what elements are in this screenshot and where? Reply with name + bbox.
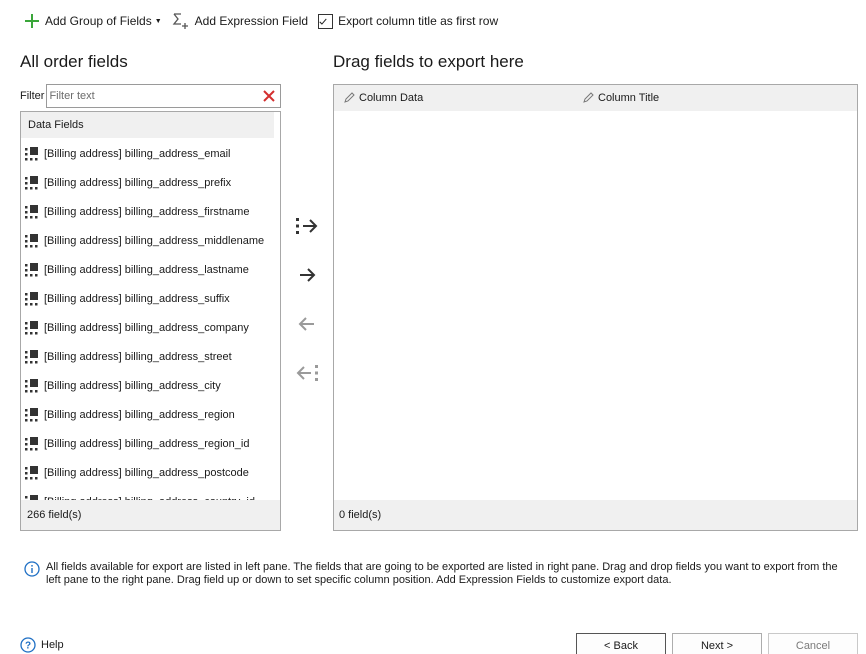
field-drag-icon	[25, 291, 38, 305]
field-list-item[interactable]: [Billing address] billing_address_compan…	[21, 313, 280, 342]
remove-selected-button[interactable]	[293, 310, 321, 338]
right-field-count: 0 field(s)	[334, 500, 857, 530]
column-data-header[interactable]: Column Data	[343, 92, 423, 104]
field-list-item[interactable]: [Billing address] billing_address_region…	[21, 429, 280, 458]
column-title-header[interactable]: Column Title	[582, 92, 659, 104]
available-fields-pane[interactable]: Data Fields [Billing address] billing_ad…	[20, 111, 281, 531]
svg-text:?: ?	[25, 641, 31, 652]
export-fields-pane[interactable]: Column Data Column Title 0 field(s)	[333, 84, 858, 531]
field-drag-icon	[25, 407, 38, 421]
field-label: [Billing address] billing_address_region	[44, 408, 235, 421]
pencil-icon	[344, 92, 355, 103]
field-label: [Billing address] billing_address_region…	[44, 437, 250, 450]
field-label: [Billing address] billing_address_email	[44, 147, 231, 160]
info-icon	[24, 561, 40, 577]
left-pane-title: All order fields	[20, 52, 128, 71]
add-all-button[interactable]	[293, 212, 321, 240]
field-list-item[interactable]: [Billing address] billing_address_prefix	[21, 168, 280, 197]
add-all-arrow-icon	[296, 218, 318, 234]
help-link[interactable]: ? Help	[20, 637, 64, 653]
sigma-plus-icon	[172, 13, 188, 29]
dropdown-caret-icon: ▼	[154, 17, 162, 25]
add-selected-button[interactable]	[293, 261, 321, 289]
filter-label: Filter	[20, 90, 45, 102]
export-title-checkbox[interactable]: Export column title as first row	[318, 13, 499, 29]
field-list-item[interactable]: [Billing address] billing_address_firstn…	[21, 197, 280, 226]
next-button[interactable]: Next >	[672, 633, 762, 654]
field-list-item[interactable]: [Billing address] billing_address_postco…	[21, 458, 280, 487]
checkmark-icon	[319, 18, 327, 25]
export-title-label: Export column title as first row	[338, 14, 499, 28]
field-label: [Billing address] billing_address_firstn…	[44, 205, 250, 218]
field-list[interactable]: [Billing address] billing_address_email […	[21, 139, 280, 500]
pencil-icon	[583, 92, 594, 103]
field-list-item[interactable]: [Billing address] billing_address_email	[21, 139, 280, 168]
field-label: [Billing address] billing_address_suffix	[44, 292, 230, 305]
data-fields-header: Data Fields	[21, 112, 274, 138]
field-drag-icon	[25, 204, 38, 218]
arrow-left-icon	[298, 317, 314, 331]
remove-all-arrow-icon	[296, 365, 318, 381]
right-pane-title: Drag fields to export here	[333, 52, 524, 71]
field-drag-icon	[25, 378, 38, 392]
field-list-item[interactable]: [Billing address] billing_address_city	[21, 371, 280, 400]
back-button[interactable]: < Back	[576, 633, 666, 654]
left-field-count: 266 field(s)	[21, 500, 280, 530]
field-label: [Billing address] billing_address_lastna…	[44, 263, 249, 276]
field-drag-icon	[25, 320, 38, 334]
filter-row: Filter	[20, 84, 281, 108]
field-drag-icon	[25, 436, 38, 450]
column-title-label: Column Title	[598, 92, 660, 104]
info-message: All fields available for export are list…	[24, 561, 854, 587]
field-list-item[interactable]: [Billing address] billing_address_lastna…	[21, 255, 280, 284]
field-list-item[interactable]: [Billing address] billing_address_region	[21, 400, 280, 429]
cancel-button[interactable]: Cancel	[768, 633, 858, 654]
help-label: Help	[41, 639, 64, 651]
field-list-item[interactable]: [Billing address] billing_address_suffix	[21, 284, 280, 313]
field-list-item[interactable]: [Billing address] billing_address_street	[21, 342, 280, 371]
field-label: [Billing address] billing_address_compan…	[44, 321, 249, 334]
export-columns-header: Column Data Column Title	[334, 85, 857, 111]
plus-icon	[25, 14, 39, 28]
clear-filter-icon[interactable]	[262, 89, 276, 103]
field-label: [Billing address] billing_address_postco…	[44, 466, 249, 479]
field-label: [Billing address] billing_address_middle…	[44, 234, 265, 247]
field-drag-icon	[25, 146, 38, 160]
field-list-item[interactable]: [Billing address] billing_address_countr…	[21, 487, 280, 500]
field-drag-icon	[25, 262, 38, 276]
field-label: [Billing address] billing_address_street	[44, 350, 232, 363]
field-drag-icon	[25, 175, 38, 189]
add-expression-button[interactable]: Add Expression Field	[172, 12, 308, 30]
add-group-label: Add Group of Fields	[45, 14, 152, 28]
toolbar: Add Group of Fields ▼ Add Expression Fie…	[24, 10, 508, 32]
add-expression-label: Add Expression Field	[194, 14, 309, 28]
field-drag-icon	[25, 465, 38, 479]
filter-box	[46, 84, 281, 108]
field-drag-icon	[25, 233, 38, 247]
checkbox-box[interactable]	[318, 13, 334, 29]
help-icon: ?	[20, 637, 36, 653]
field-list-item[interactable]: [Billing address] billing_address_middle…	[21, 226, 280, 255]
field-label: [Billing address] billing_address_city	[44, 379, 221, 392]
add-group-button[interactable]: Add Group of Fields ▼	[24, 13, 162, 29]
arrow-right-icon	[300, 268, 316, 282]
filter-input[interactable]	[47, 85, 280, 107]
field-label: [Billing address] billing_address_prefix	[44, 176, 232, 189]
remove-all-button[interactable]	[293, 359, 321, 387]
field-drag-icon	[25, 349, 38, 363]
info-text: All fields available for export are list…	[46, 561, 838, 586]
column-data-label: Column Data	[359, 92, 424, 104]
